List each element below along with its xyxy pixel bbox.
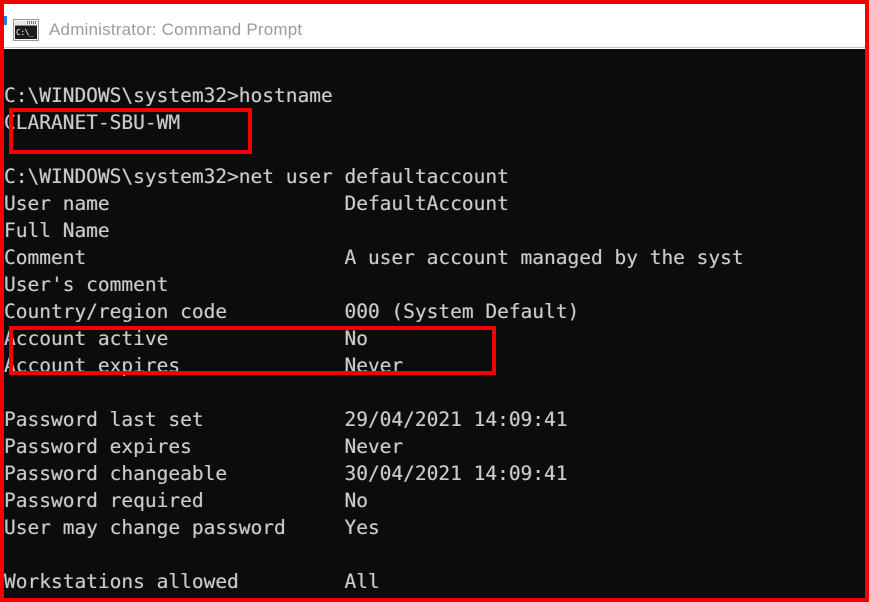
console-line: Password changeable 30/04/2021 14:09:41 [4,462,568,485]
console-line: C:\WINDOWS\system32>net user defaultacco… [4,165,509,188]
console-line: Full Name [4,219,110,242]
console-line: Account active No [4,327,368,350]
console-line: CLARANET-SBU-WM [4,111,181,134]
icon-window-buttons [27,20,36,24]
console-line: Workstations allowed All [4,570,380,593]
console-line: Password expires Never [4,435,404,458]
console-line: User name DefaultAccount [4,192,509,215]
window-title: Administrator: Command Prompt [49,19,303,39]
clipped-top-strip: ' ' ' ' ' ' ' ' ' ' ' ' ' ' ' ' [4,4,865,12]
console-line: Password last set 29/04/2021 14:09:41 [4,408,568,431]
console-line: C:\WINDOWS\system32>hostname [4,84,333,107]
console-line: User's comment [4,273,169,296]
console-line: Account expires Never [4,354,404,377]
icon-screen-glyph: C:\_ [15,25,37,39]
console-text: C:\WINDOWS\system32>hostname CLARANET-SBU… [4,55,744,595]
console-line: Password required No [4,489,368,512]
console-line: Country/region code 000 (System Default) [4,300,580,323]
clipped-text-fragment: ' ' ' ' ' ' ' ' ' ' ' ' ' ' ' ' [4,4,98,10]
window-edge-marker [4,16,7,25]
window-titlebar[interactable]: C:\_ Administrator: Command Prompt [4,12,865,48]
console-output-area[interactable]: C:\WINDOWS\system32>hostname CLARANET-SBU… [4,49,865,598]
command-prompt-icon: C:\_ [13,18,39,41]
console-line: User may change password Yes [4,516,380,539]
console-line: Comment A user account managed by the sy… [4,246,744,269]
command-prompt-screenshot: ' ' ' ' ' ' ' ' ' ' ' ' ' ' ' ' C:\_ Adm… [0,0,869,602]
